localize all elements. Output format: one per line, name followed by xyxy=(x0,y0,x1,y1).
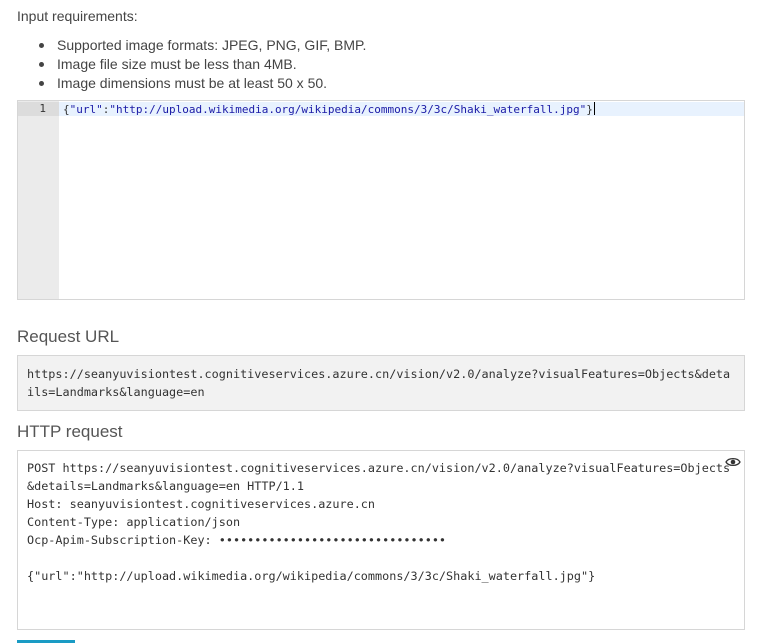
http-request-heading: HTTP request xyxy=(17,422,123,441)
api-console-page: Input requirements: Supported image form… xyxy=(0,0,784,643)
request-url-value: https://seanyuvisiontest.cognitiveservic… xyxy=(17,355,745,411)
http-request-body: {"url":"http://upload.wikimedia.org/wiki… xyxy=(27,569,596,583)
requirement-text: Supported image formats: JPEG, PNG, GIF,… xyxy=(57,37,367,53)
http-request-line: POST https://seanyuvisiontest.cognitives… xyxy=(27,461,731,493)
list-item: Image dimensions must be at least 50 x 5… xyxy=(39,74,366,93)
requirement-text: Image file size must be less than 4MB. xyxy=(57,56,297,72)
http-request-block: POST https://seanyuvisiontest.cognitives… xyxy=(17,450,745,630)
http-blank-line xyxy=(27,549,735,567)
bullet-icon xyxy=(39,62,44,67)
http-host-header: Host: seanyuvisiontest.cognitiveservices… xyxy=(27,497,376,511)
requirements-list: Supported image formats: JPEG, PNG, GIF,… xyxy=(39,36,366,93)
request-body-editor[interactable]: 1 {"url":"http://upload.wikimedia.org/wi… xyxy=(17,100,745,300)
code-key: "url" xyxy=(69,103,103,116)
code-line[interactable]: {"url":"http://upload.wikimedia.org/wiki… xyxy=(63,102,595,117)
bullet-icon xyxy=(39,43,44,48)
text-cursor xyxy=(593,102,595,115)
list-item: Image file size must be less than 4MB. xyxy=(39,55,366,74)
list-item: Supported image formats: JPEG, PNG, GIF,… xyxy=(39,36,366,55)
input-requirements-label: Input requirements: xyxy=(17,8,138,24)
code-string: "http://upload.wikimedia.org/wikipedia/c… xyxy=(109,103,587,116)
http-subscription-key-header: Ocp-Apim-Subscription-Key: •••••••••••••… xyxy=(27,533,447,547)
requirement-text: Image dimensions must be at least 50 x 5… xyxy=(57,75,328,91)
bullet-icon xyxy=(39,81,44,86)
line-number: 1 xyxy=(39,102,46,115)
code-brace-open: { xyxy=(63,103,70,116)
editor-gutter: 1 xyxy=(18,101,59,299)
gutter-active-line: 1 xyxy=(18,102,59,116)
http-content-type-header: Content-Type: application/json xyxy=(27,515,241,529)
eye-icon[interactable] xyxy=(725,455,741,469)
request-url-heading: Request URL xyxy=(17,327,120,346)
code-brace-close: } xyxy=(586,103,593,116)
